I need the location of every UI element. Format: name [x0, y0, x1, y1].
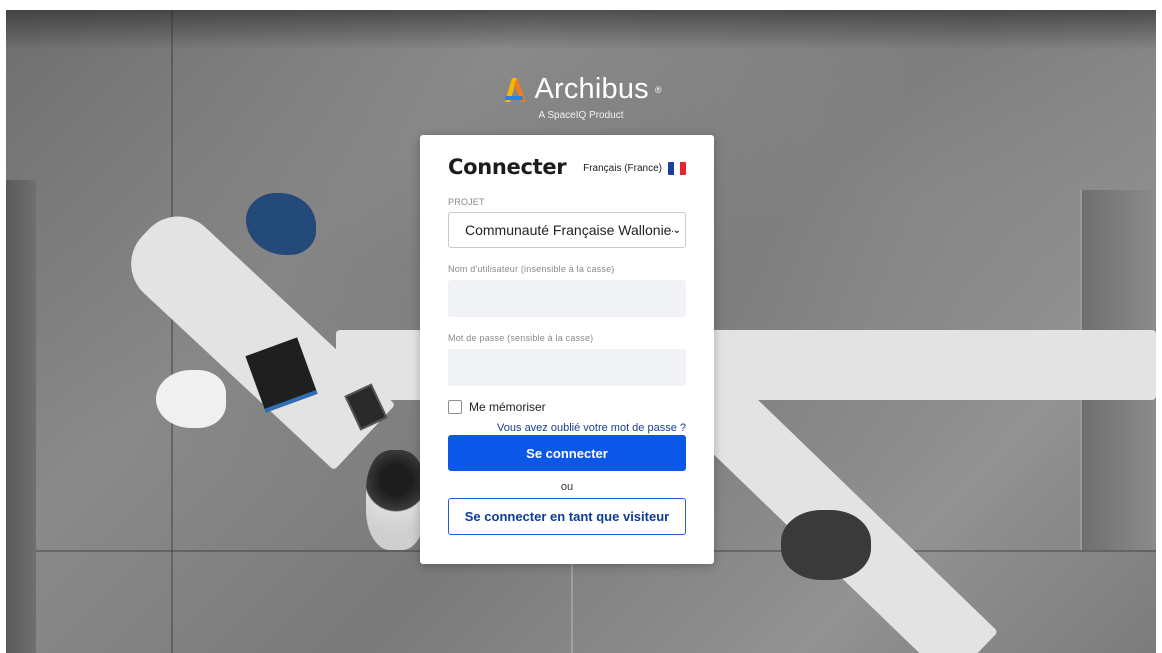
- guest-login-button[interactable]: Se connecter en tant que visiteur: [448, 498, 686, 535]
- remember-me-checkbox[interactable]: [448, 400, 462, 414]
- language-label: Français (France): [583, 163, 662, 174]
- login-header: Connecter Français (France): [448, 155, 686, 179]
- login-card: Connecter Français (France) PROJET Commu…: [420, 135, 714, 564]
- language-selector[interactable]: Français (France): [583, 162, 686, 179]
- background-person: [366, 450, 426, 550]
- background-chair: [781, 510, 871, 580]
- username-label: Nom d'utilisateur (insensible à la casse…: [448, 264, 615, 274]
- remember-me[interactable]: Me mémoriser: [448, 400, 686, 414]
- trademark-symbol: ®: [654, 84, 662, 95]
- password-label: Mot de passe (sensible à la casse): [448, 333, 594, 343]
- project-selected-value: Communauté Française Wallonie-Bruxelles: [465, 222, 673, 238]
- username-input[interactable]: [448, 280, 686, 317]
- background-wall: [6, 180, 36, 653]
- forgot-password-link[interactable]: Vous avez oublié votre mot de passe ?: [448, 422, 686, 434]
- chevron-down-icon: ⌄: [672, 224, 681, 236]
- background-shade: [6, 10, 1156, 50]
- login-title: Connecter: [448, 155, 567, 179]
- password-input[interactable]: [448, 349, 686, 386]
- project-label: PROJET: [448, 197, 485, 207]
- login-button[interactable]: Se connecter: [448, 435, 686, 471]
- project-select[interactable]: Communauté Française Wallonie-Bruxelles …: [448, 212, 686, 248]
- brand-tagline: A SpaceIQ Product: [538, 109, 624, 121]
- or-separator: ou: [560, 481, 574, 493]
- brand-logo: Archibus ® A SpaceIQ Product: [0, 73, 1162, 121]
- background-chair: [246, 193, 316, 255]
- background-chair: [156, 370, 226, 428]
- remember-me-label: Me mémoriser: [469, 400, 546, 414]
- brand-name: Archibus: [534, 73, 649, 105]
- archibus-logo-icon: [504, 77, 527, 102]
- french-flag-icon: [668, 162, 686, 175]
